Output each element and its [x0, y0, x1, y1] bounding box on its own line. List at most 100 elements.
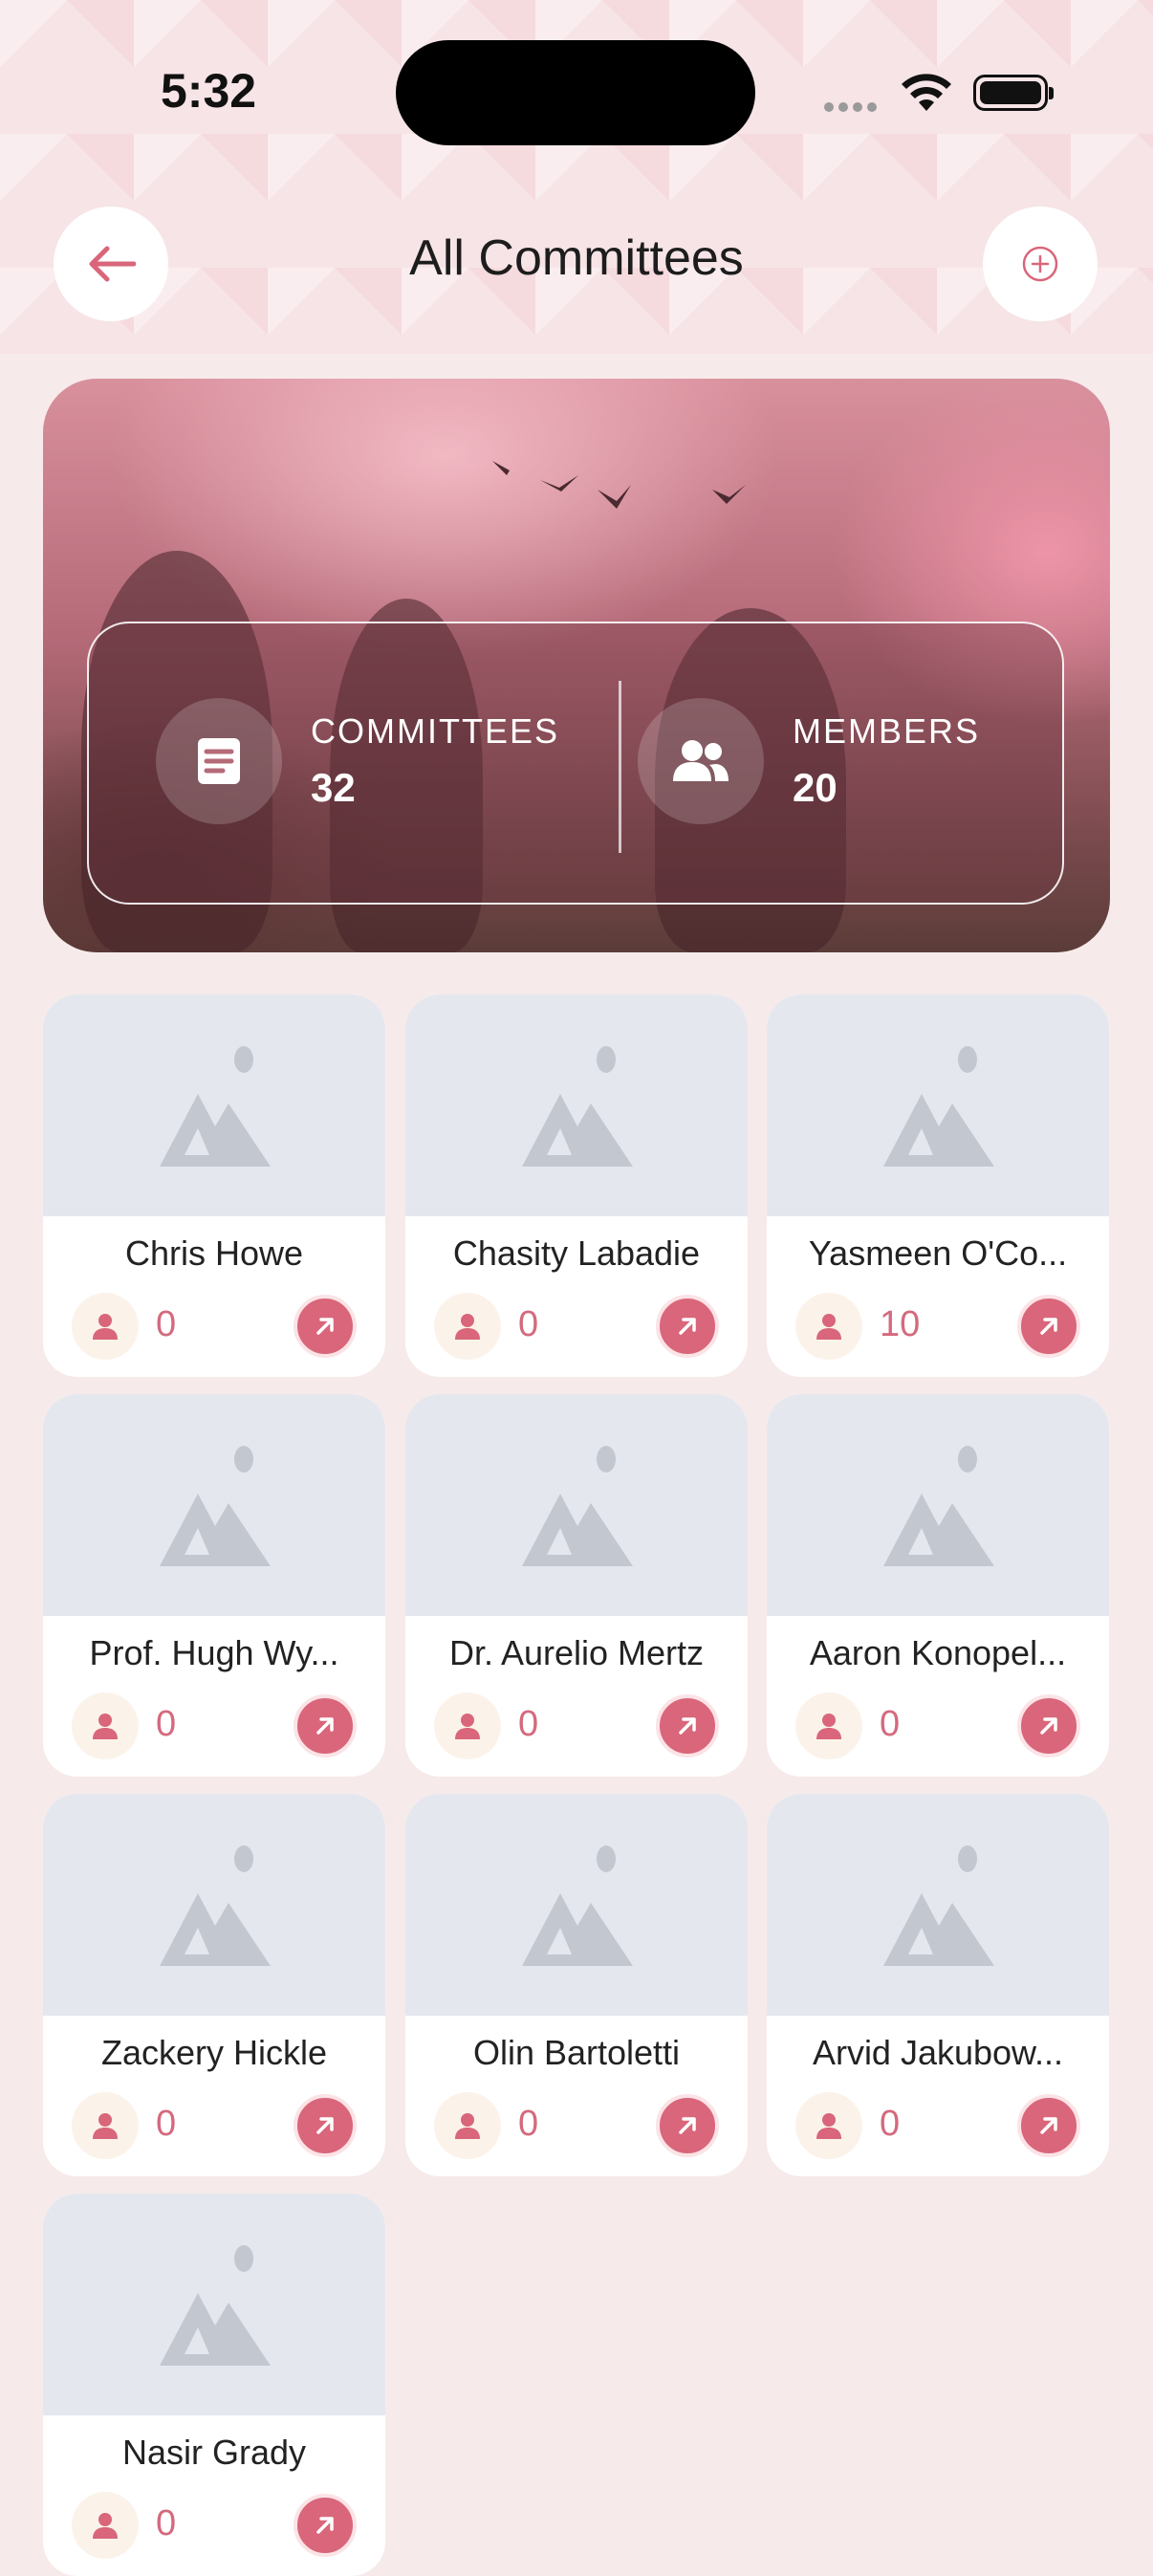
- member-count: 0: [156, 1304, 177, 1344]
- committee-card[interactable]: Aaron Konopel... 0: [767, 1394, 1109, 1777]
- committee-name: Zackery Hickle: [100, 2033, 328, 2072]
- add-committee-button[interactable]: [983, 207, 1098, 321]
- committee-card[interactable]: Chris Howe 0: [43, 994, 385, 1377]
- summary-card: COMMITTEES 32 MEMBERS 20: [43, 379, 1110, 952]
- committee-name: Prof. Hugh Wy...: [89, 1633, 339, 1672]
- open-committee-button[interactable]: [656, 2094, 719, 2157]
- person-icon-glyph: [455, 1714, 480, 1739]
- person-icon-glyph: [93, 1314, 118, 1340]
- arrow-left-icon: [89, 246, 136, 282]
- person-icon-glyph: [93, 2113, 118, 2139]
- committee-card[interactable]: Zackery Hickle 0: [43, 1794, 385, 2176]
- image-placeholder-icon: [405, 1794, 748, 2016]
- arrow-up-right-icon: [316, 1717, 334, 1735]
- members-label: MEMBERS: [793, 711, 981, 751]
- mountain-image-icon: [160, 2245, 271, 2366]
- committee-card[interactable]: Prof. Hugh Wy... 0: [43, 1394, 385, 1777]
- mountain-image-icon: [883, 1046, 994, 1167]
- person-icon-glyph: [93, 2513, 118, 2539]
- members-count: 20: [793, 765, 838, 810]
- image-placeholder-icon: [43, 2194, 385, 2415]
- committee-name: Yasmeen O'Co...: [808, 1233, 1068, 1273]
- mountain-image-icon: [883, 1446, 994, 1566]
- image-placeholder-icon: [405, 1394, 748, 1616]
- arrow-up-right-icon: [316, 1318, 334, 1335]
- committee-card[interactable]: Chasity Labadie 0: [405, 994, 748, 1377]
- member-count: 0: [156, 2104, 177, 2144]
- member-count: 0: [156, 2503, 177, 2543]
- committees-count: 32: [311, 765, 356, 810]
- person-icon: [72, 1692, 139, 1759]
- person-icon-glyph: [816, 2113, 841, 2139]
- committee-name: Arvid Jakubow...: [812, 2033, 1064, 2072]
- committee-card[interactable]: Olin Bartoletti 0: [405, 1794, 748, 2176]
- members-stat-icon: [638, 698, 764, 824]
- committee-card[interactable]: Nasir Grady 0: [43, 2194, 385, 2576]
- person-icon: [434, 1692, 501, 1759]
- person-icon: [72, 2092, 139, 2159]
- committees-label: COMMITTEES: [311, 711, 559, 751]
- open-committee-button[interactable]: [294, 1694, 357, 1757]
- arrow-up-right-icon: [316, 2117, 334, 2134]
- image-placeholder-icon: [43, 994, 385, 1216]
- birds-image: [492, 451, 746, 509]
- member-count: 0: [518, 2104, 539, 2144]
- open-committee-button[interactable]: [294, 2094, 357, 2157]
- committee-name: Dr. Aurelio Mertz: [448, 1633, 705, 1672]
- committee-name: Chris Howe: [124, 1233, 304, 1273]
- committee-card[interactable]: Arvid Jakubow... 0: [767, 1794, 1109, 2176]
- member-count: 0: [880, 2104, 901, 2144]
- image-placeholder-icon: [767, 994, 1109, 1216]
- committee-card[interactable]: Dr. Aurelio Mertz 0: [405, 1394, 748, 1777]
- committee-card[interactable]: Yasmeen O'Co... 10: [767, 994, 1109, 1377]
- arrow-up-right-icon: [1040, 1717, 1057, 1735]
- person-icon-glyph: [455, 2113, 480, 2139]
- open-committee-button[interactable]: [1017, 2094, 1080, 2157]
- image-placeholder-icon: [405, 994, 748, 1216]
- image-placeholder-icon: [767, 1394, 1109, 1616]
- open-committee-button[interactable]: [1017, 1295, 1080, 1358]
- plus-circle-icon: [1022, 246, 1058, 282]
- member-count: 0: [518, 1304, 539, 1344]
- arrow-up-right-icon: [1040, 1318, 1057, 1335]
- person-icon-glyph: [816, 1314, 841, 1340]
- back-button[interactable]: [54, 207, 168, 321]
- battery-icon: [973, 75, 1054, 111]
- committee-name: Chasity Labadie: [452, 1233, 701, 1273]
- open-committee-button[interactable]: [294, 2494, 357, 2557]
- person-icon: [795, 1293, 862, 1360]
- person-icon-glyph: [455, 1314, 480, 1340]
- image-placeholder-icon: [767, 1794, 1109, 2016]
- committee-name: Aaron Konopel...: [809, 1633, 1067, 1672]
- mountain-image-icon: [522, 1845, 633, 1966]
- person-icon: [434, 2092, 501, 2159]
- mountain-image-icon: [160, 1845, 271, 1966]
- page-title: All Committees: [409, 230, 744, 286]
- open-committee-button[interactable]: [656, 1295, 719, 1358]
- member-count: 0: [156, 1704, 177, 1744]
- mountain-image-icon: [522, 1046, 633, 1167]
- arrow-up-right-icon: [679, 1318, 696, 1335]
- arrow-up-right-icon: [679, 1717, 696, 1735]
- mountain-image-icon: [883, 1845, 994, 1966]
- image-placeholder-icon: [43, 1794, 385, 2016]
- committee-name: Nasir Grady: [121, 2433, 307, 2472]
- document-icon: [198, 738, 240, 784]
- committee-name: Olin Bartoletti: [472, 2033, 681, 2072]
- person-icon: [795, 1692, 862, 1759]
- person-icon-glyph: [816, 1714, 841, 1739]
- person-icon: [72, 2492, 139, 2559]
- open-committee-button[interactable]: [1017, 1694, 1080, 1757]
- person-icon-glyph: [93, 1714, 118, 1739]
- open-committee-button[interactable]: [294, 1295, 357, 1358]
- arrow-up-right-icon: [1040, 2117, 1057, 2134]
- person-icon: [434, 1293, 501, 1360]
- arrow-up-right-icon: [316, 2517, 334, 2534]
- open-committee-button[interactable]: [656, 1694, 719, 1757]
- mountain-image-icon: [160, 1446, 271, 1566]
- image-placeholder-icon: [43, 1394, 385, 1616]
- person-icon: [795, 2092, 862, 2159]
- committees-stat-icon: [156, 698, 282, 824]
- arrow-up-right-icon: [679, 2117, 696, 2134]
- dynamic-island: [396, 40, 755, 145]
